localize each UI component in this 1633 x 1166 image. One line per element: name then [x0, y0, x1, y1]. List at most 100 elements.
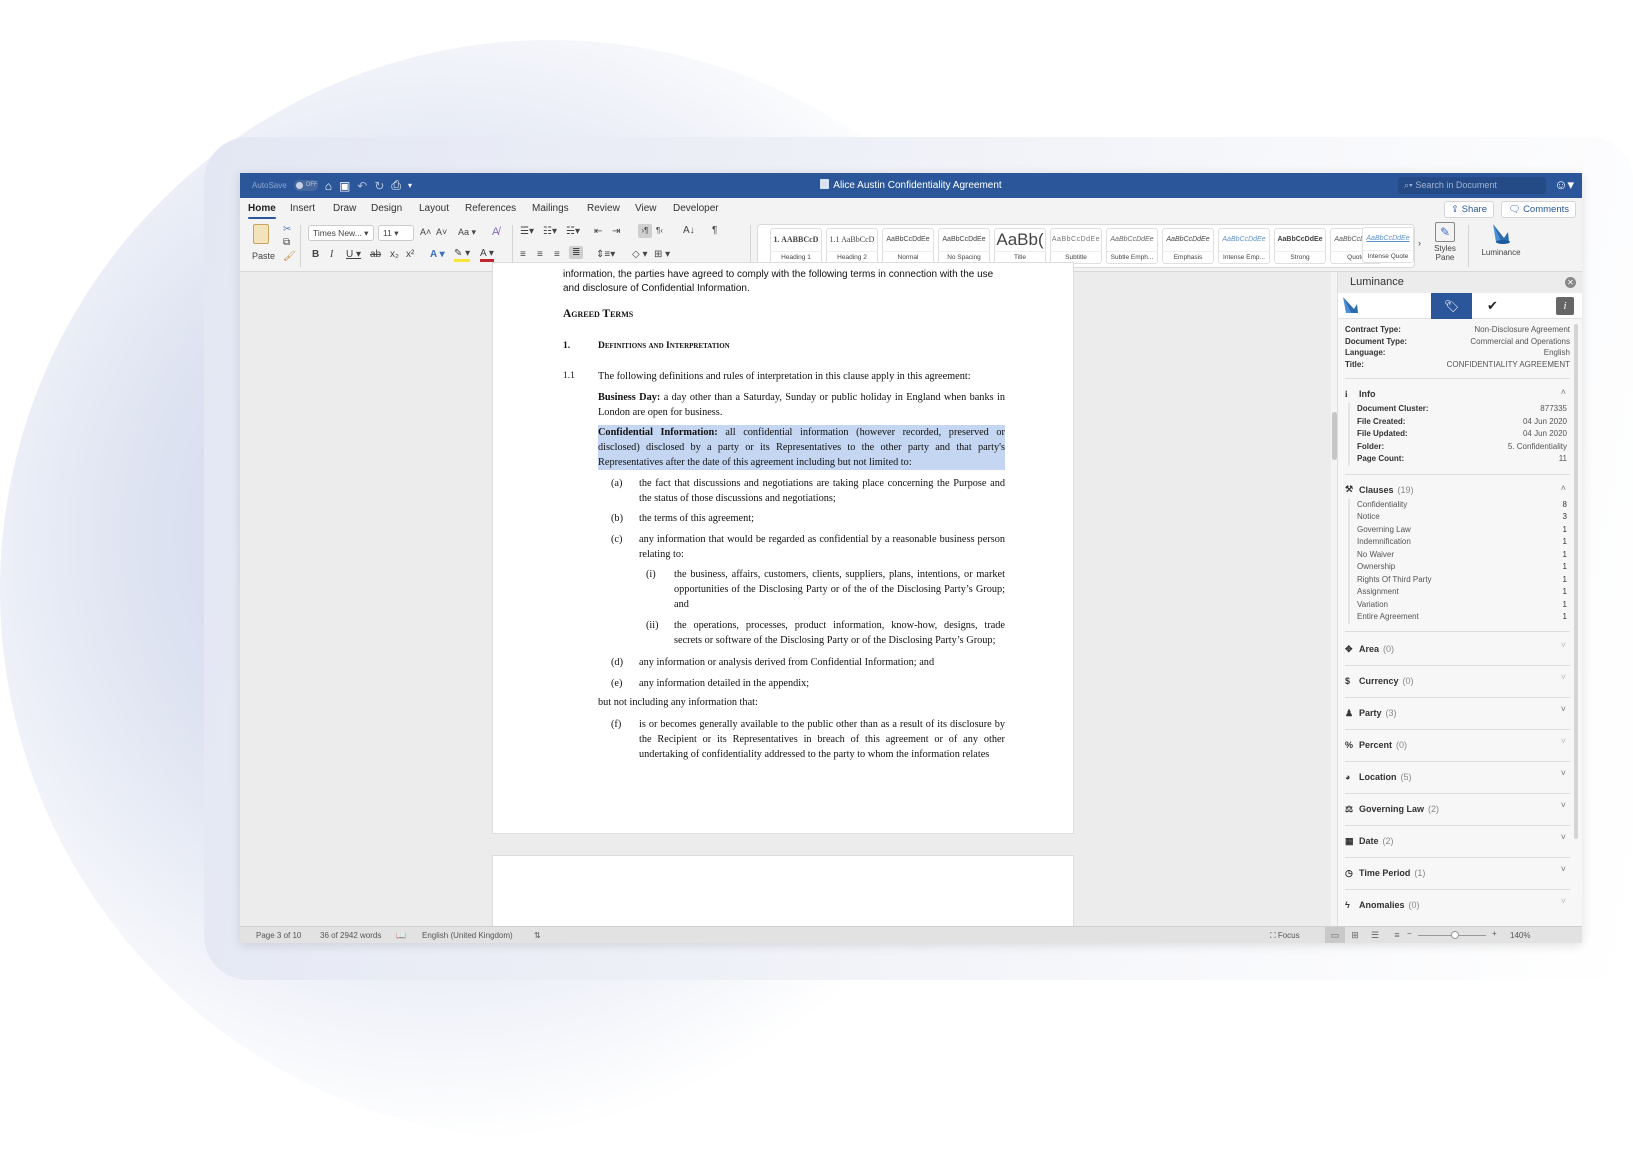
tag-tab[interactable]: 🏷 [1431, 293, 1472, 319]
style-emphasis[interactable]: AaBbCcDdEe Emphasis [1162, 228, 1214, 264]
highlight-color-button[interactable]: ✎ ▾ [454, 249, 471, 262]
home-icon[interactable]: ⌂ [325, 179, 332, 193]
document-page-next[interactable] [492, 855, 1074, 935]
chevron-down-icon[interactable]: ˅ [1561, 736, 1566, 746]
subscript-button[interactable]: x₂ [390, 249, 399, 260]
style-heading-1[interactable]: 1. AABBCcD Heading 1 [770, 228, 822, 264]
feedback-smiley-icon[interactable]: ☺▾ [1554, 177, 1574, 193]
luminance-button[interactable]: Luminance [1476, 222, 1526, 257]
grow-font-icon[interactable]: A˄ [420, 227, 431, 237]
bold-button[interactable]: B [312, 249, 319, 260]
style-normal[interactable]: AaBbCcDdEe Normal [882, 228, 934, 264]
tab-references[interactable]: References [465, 203, 516, 214]
change-case-button[interactable]: Aa ▾ [458, 227, 476, 238]
proofing-icon[interactable]: 📖 [396, 931, 406, 940]
ltr-button[interactable]: ›¶ [638, 224, 652, 238]
bullets-button[interactable]: ☰▾ [520, 226, 534, 237]
shrink-font-icon[interactable]: A˅ [436, 227, 447, 237]
italic-button[interactable]: I [330, 249, 333, 260]
clause-item[interactable]: Entire Agreement 1 [1357, 611, 1567, 624]
outline-view-icon[interactable]: ☰ [1365, 927, 1385, 943]
strikethrough-button[interactable]: ab [370, 249, 381, 260]
clause-item[interactable]: Variation 1 [1357, 599, 1567, 612]
align-left-button[interactable]: ≡ [520, 249, 526, 260]
entity-section-area[interactable]: ✥ Area (0) ˅ [1345, 638, 1570, 661]
zoom-in-button[interactable]: + [1492, 929, 1497, 938]
entity-section-date[interactable]: ▦ Date (2) ˅ [1345, 830, 1570, 853]
justify-button[interactable]: ≣ [569, 246, 584, 259]
print-layout-view-icon[interactable]: ▭ [1325, 927, 1345, 943]
rtl-button[interactable]: ¶‹ [656, 226, 663, 235]
increase-indent-button[interactable]: ⇥ [612, 226, 620, 237]
tab-insert[interactable]: Insert [290, 203, 315, 214]
zoom-level[interactable]: 140% [1510, 931, 1530, 940]
style-title[interactable]: AaBb(Title [994, 228, 1046, 264]
redo-icon[interactable]: ↻ [374, 179, 384, 193]
close-panel-icon[interactable]: ✕ [1565, 277, 1576, 288]
draft-view-icon[interactable]: ≡ [1387, 927, 1407, 943]
clause-item[interactable]: Ownership 1 [1357, 561, 1567, 574]
clause-item[interactable]: Rights Of Third Party 1 [1357, 574, 1567, 587]
chevron-down-icon[interactable]: ˅ [1561, 864, 1566, 874]
entity-section-governing-law[interactable]: ⚖ Governing Law (2) ˅ [1345, 798, 1570, 821]
underline-button[interactable]: U ▾ [346, 249, 361, 260]
chevron-up-icon[interactable]: ˄ [1561, 483, 1566, 493]
selected-text-highlight[interactable]: Confidential Information: all confidenti… [598, 425, 1005, 470]
entity-section-time-period[interactable]: ◷ Time Period (1) ˅ [1345, 862, 1570, 885]
luminance-logo-icon[interactable] [1342, 296, 1360, 316]
clauses-section-header[interactable]: ⚒ Clauses (19) ˄ [1345, 481, 1570, 499]
cut-icon[interactable]: ✂ [283, 224, 291, 235]
document-page[interactable]: information, the parties have agreed to … [492, 262, 1074, 834]
language-indicator[interactable]: English (United Kingdom) [422, 931, 513, 940]
copy-icon[interactable]: ⧉ [283, 237, 290, 248]
tab-draw[interactable]: Draw [333, 203, 356, 214]
clause-item[interactable]: Assignment 1 [1357, 586, 1567, 599]
chevron-down-icon[interactable]: ˅ [1561, 832, 1566, 842]
style-heading-2[interactable]: 1.1 AaBbCcD Heading 2 [826, 228, 878, 264]
style-subtitle[interactable]: AaBbCcDdEe Subtitle [1050, 228, 1102, 264]
clause-item[interactable]: Confidentiality 8 [1357, 499, 1567, 512]
tab-view[interactable]: View [635, 203, 657, 214]
decrease-indent-button[interactable]: ⇤ [594, 226, 602, 237]
entity-section-anomalies[interactable]: ϟ Anomalies (0) ˅ [1345, 894, 1570, 917]
clause-item[interactable]: Indemnification 1 [1357, 536, 1567, 549]
shading-button[interactable]: ◇ ▾ [632, 249, 648, 260]
tab-review[interactable]: Review [587, 203, 620, 214]
panel-scrollbar[interactable] [1574, 324, 1578, 839]
comments-button[interactable]: 🗨 Comments [1501, 201, 1576, 218]
entity-section-percent[interactable]: % Percent (0) ˅ [1345, 734, 1570, 757]
info-section-header[interactable]: i Info ˄ [1345, 385, 1570, 403]
tab-mailings[interactable]: Mailings [532, 203, 569, 214]
page-indicator[interactable]: Page 3 of 10 [256, 931, 301, 940]
tab-layout[interactable]: Layout [419, 203, 449, 214]
style-intense-emphasis[interactable]: AaBbCcDdEe Intense Emp... [1218, 228, 1270, 264]
format-painter-icon[interactable]: 🖌 [283, 251, 296, 262]
undo-icon[interactable]: ↶ [357, 179, 367, 193]
entity-section-location[interactable]: ◕ Location (5) ˅ [1345, 766, 1570, 789]
customize-toolbar-icon[interactable]: ▾ [408, 181, 412, 190]
chevron-up-icon[interactable]: ˄ [1561, 387, 1566, 397]
style-no-spacing[interactable]: AaBbCcDdEe No Spacing [938, 228, 990, 264]
info-tab-icon[interactable]: i [1556, 297, 1574, 315]
clear-formatting-icon[interactable]: A̸ [492, 226, 499, 238]
tab-home[interactable]: Home [248, 203, 276, 219]
styles-more-chevron-icon[interactable]: › [1418, 238, 1421, 248]
numbering-button[interactable]: ☷▾ [543, 226, 557, 237]
font-color-button[interactable]: A ▾ [480, 249, 494, 262]
save-icon[interactable]: ▣ [339, 179, 350, 193]
font-name-select[interactable]: Times New... ▾ [308, 225, 374, 241]
tab-design[interactable]: Design [371, 203, 402, 214]
chevron-down-icon[interactable]: ˅ [1561, 640, 1566, 650]
focus-button[interactable]: ⛶ Focus [1270, 931, 1300, 941]
chevron-down-icon[interactable]: ˅ [1561, 800, 1566, 810]
line-spacing-button[interactable]: ⇕≡▾ [596, 249, 615, 260]
chevron-down-icon[interactable]: ˅ [1561, 768, 1566, 778]
show-formatting-button[interactable]: ¶ [712, 225, 717, 236]
search-document-input[interactable]: ⌕▾ Search in Document [1398, 177, 1546, 194]
superscript-button[interactable]: x² [406, 249, 414, 260]
check-tab[interactable]: ✔ [1472, 293, 1513, 319]
zoom-slider-knob[interactable] [1451, 931, 1460, 939]
document-canvas[interactable]: information, the parties have agreed to … [240, 262, 1329, 935]
tab-developer[interactable]: Developer [673, 203, 719, 214]
styles-pane-button[interactable]: ✎ Styles Pane [1428, 222, 1462, 262]
